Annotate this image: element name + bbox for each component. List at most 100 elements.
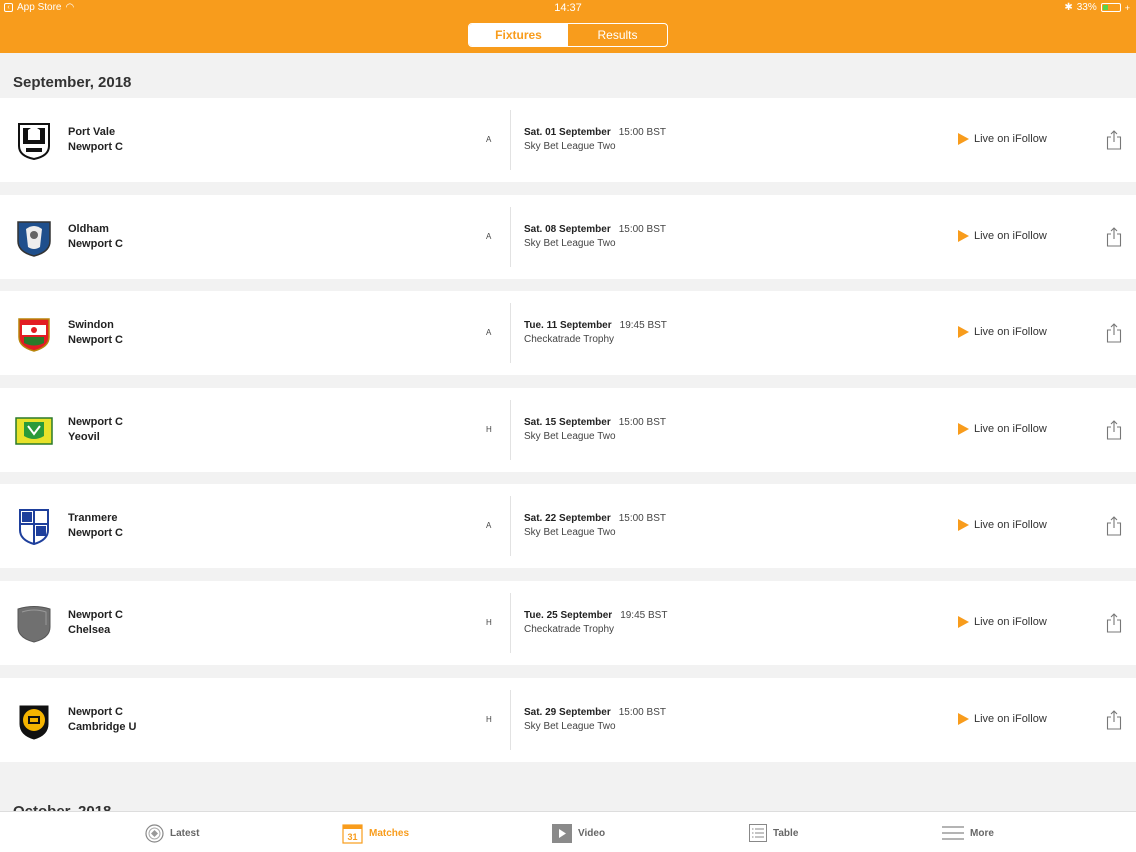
swindon-crest-icon bbox=[18, 318, 50, 352]
fixture-row[interactable]: Oldham Newport C A Sat. 08 September 15:0… bbox=[0, 194, 1136, 279]
broadcast-label: Live on iFollow bbox=[974, 229, 1047, 242]
live-on-ifollow-link[interactable]: Live on iFollow bbox=[958, 615, 1047, 628]
share-icon[interactable] bbox=[1106, 226, 1122, 247]
play-icon bbox=[958, 519, 969, 532]
competition: Sky Bet League Two bbox=[524, 527, 616, 539]
play-icon bbox=[958, 326, 969, 339]
away-team: Newport C bbox=[68, 141, 123, 153]
away-team: Yeovil bbox=[68, 430, 100, 443]
fixture-meta: Sat. 15 September 15:00 BST Sky Bet Leagu… bbox=[524, 416, 666, 444]
broadcast-label: Live on iFollow bbox=[974, 133, 1047, 145]
competition: Checkatrade Trophy bbox=[524, 623, 615, 635]
competition: Sky Bet League Two bbox=[524, 237, 616, 249]
tab-fixtures[interactable]: Fixtures bbox=[469, 24, 568, 46]
away-team: Newport C bbox=[68, 527, 123, 540]
live-on-ifollow-link[interactable]: Live on iFollow bbox=[958, 422, 1047, 435]
tab-video[interactable]: Video bbox=[552, 822, 605, 844]
fixture-row[interactable]: Newport C Chelsea H Tue. 25 September 19:… bbox=[0, 580, 1136, 665]
fixture-date: Tue. 25 September bbox=[524, 609, 613, 621]
live-on-ifollow-link[interactable]: Live on iFollow bbox=[958, 519, 1047, 532]
share-icon[interactable] bbox=[1106, 130, 1122, 150]
fixture-divider bbox=[510, 592, 511, 653]
away-team: Newport C bbox=[68, 237, 123, 250]
home-team: Port Vale bbox=[68, 126, 116, 138]
share-icon[interactable] bbox=[1106, 420, 1122, 440]
fixture-date: Sat. 01 September bbox=[524, 127, 611, 138]
competition: Checkatrade Trophy bbox=[524, 334, 615, 346]
port-vale-crest-icon bbox=[18, 123, 50, 160]
fixture-meta: Tue. 11 September 19:45 BST Checkatrade T… bbox=[524, 319, 667, 347]
live-on-ifollow-link[interactable]: Live on iFollow bbox=[958, 133, 1047, 145]
tab-results[interactable]: Results bbox=[568, 24, 667, 46]
video-play-icon bbox=[552, 823, 572, 843]
fixture-divider bbox=[510, 689, 511, 750]
live-on-ifollow-link[interactable]: Live on iFollow bbox=[958, 229, 1047, 242]
home-team: Swindon bbox=[68, 319, 114, 332]
home-team: Oldham bbox=[68, 222, 109, 235]
venue-indicator: A bbox=[486, 135, 492, 144]
share-icon[interactable] bbox=[1106, 516, 1122, 536]
fixtures-results-toggle: Fixtures Results bbox=[468, 23, 668, 47]
fixture-row[interactable]: Tranmere Newport C A Sat. 22 September 15… bbox=[0, 484, 1136, 569]
play-icon bbox=[958, 133, 969, 145]
fixture-meta: Tue. 25 September 19:45 BST Checkatrade T… bbox=[524, 609, 667, 637]
home-team: Newport C bbox=[68, 705, 123, 718]
fixture-row[interactable]: Swindon Newport C A Tue. 11 September 19:… bbox=[0, 291, 1136, 376]
battery-percent: 33% bbox=[1076, 2, 1097, 13]
fixture-meta: Sat. 29 September 15:00 BST Sky Bet Leagu… bbox=[524, 706, 666, 734]
broadcast-label: Live on iFollow bbox=[974, 422, 1047, 435]
fixture-divider bbox=[510, 496, 511, 557]
fixture-teams: Oldham Newport C bbox=[68, 222, 123, 252]
fixture-row[interactable]: Newport C Cambridge U H Sat. 29 Septembe… bbox=[0, 677, 1136, 762]
venue-indicator: A bbox=[486, 328, 492, 338]
venue-indicator: A bbox=[486, 231, 492, 241]
fixture-row[interactable]: Newport C Yeovil H Sat. 15 September 15:0… bbox=[0, 387, 1136, 472]
yeovil-crest-icon bbox=[15, 417, 53, 445]
month-header: September, 2018 bbox=[13, 74, 132, 91]
play-icon bbox=[958, 229, 969, 242]
tab-video-label: Video bbox=[578, 827, 606, 839]
fixture-meta: Sat. 08 September 15:00 BST Sky Bet Leagu… bbox=[524, 223, 666, 251]
fixture-date: Sat. 22 September bbox=[524, 513, 611, 525]
club-badge-icon bbox=[145, 823, 164, 843]
tab-latest-label: Latest bbox=[170, 827, 200, 839]
fixture-teams: Tranmere Newport C bbox=[68, 511, 123, 541]
kickoff-time: 19:45 BST bbox=[620, 609, 668, 621]
fixture-teams: Port Vale Newport C bbox=[68, 125, 123, 155]
fixture-row[interactable]: Port Vale Newport C A Sat. 01 September 1… bbox=[0, 98, 1136, 182]
competition: Sky Bet League Two bbox=[524, 430, 616, 442]
tab-more-label: More bbox=[970, 827, 994, 839]
competition: Sky Bet League Two bbox=[524, 141, 616, 152]
hamburger-menu-icon bbox=[942, 826, 964, 840]
bottom-tab-bar: Latest 31 Matches Video Table More bbox=[0, 811, 1136, 852]
play-icon bbox=[958, 615, 969, 628]
share-icon[interactable] bbox=[1106, 613, 1122, 633]
fixture-date: Tue. 11 September bbox=[524, 320, 612, 332]
broadcast-label: Live on iFollow bbox=[974, 712, 1047, 725]
tab-table[interactable]: Table bbox=[749, 822, 798, 844]
fixtures-list[interactable]: September, 2018 Port Vale Newport C A Sa… bbox=[0, 53, 1136, 811]
tab-more[interactable]: More bbox=[942, 822, 994, 844]
month-header: October, 2018 bbox=[0, 774, 1136, 811]
charging-icon: + bbox=[1124, 2, 1130, 13]
venue-indicator: H bbox=[486, 714, 492, 724]
calendar-day: 31 bbox=[347, 832, 357, 842]
fixture-date: Sat. 15 September bbox=[524, 416, 611, 428]
share-icon[interactable] bbox=[1106, 323, 1122, 343]
venue-indicator: A bbox=[486, 521, 492, 531]
generic-crest-icon bbox=[17, 605, 51, 643]
fixture-divider bbox=[510, 110, 511, 170]
tranmere-crest-icon bbox=[19, 509, 49, 546]
fixture-teams: Newport C Cambridge U bbox=[68, 705, 136, 735]
tab-latest[interactable]: Latest bbox=[145, 822, 199, 844]
kickoff-time: 15:00 BST bbox=[618, 513, 666, 525]
venue-indicator: H bbox=[486, 424, 492, 434]
tab-matches[interactable]: 31 Matches bbox=[342, 822, 409, 844]
broadcast-label: Live on iFollow bbox=[974, 615, 1047, 628]
live-on-ifollow-link[interactable]: Live on iFollow bbox=[958, 712, 1047, 725]
broadcast-label: Live on iFollow bbox=[974, 326, 1047, 339]
live-on-ifollow-link[interactable]: Live on iFollow bbox=[958, 326, 1047, 339]
fixture-meta: Sat. 01 September 15:00 BST Sky Bet Leagu… bbox=[524, 126, 666, 154]
share-icon[interactable] bbox=[1106, 709, 1122, 730]
fixture-teams: Newport C Chelsea bbox=[68, 608, 123, 638]
